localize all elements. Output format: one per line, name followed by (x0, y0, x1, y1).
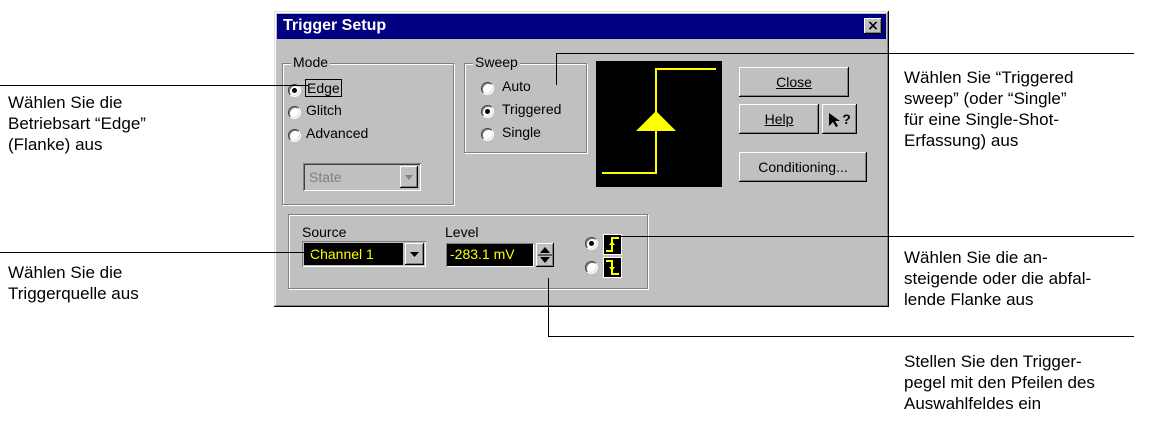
state-select-value: State (309, 169, 342, 185)
mode-glitch-label[interactable]: Glitch (306, 102, 342, 118)
mode-advanced-label[interactable]: Advanced (306, 125, 368, 141)
sweep-auto-label[interactable]: Auto (502, 78, 531, 94)
callout-sweep: Wählen Sie “Triggered sweep” (oder “Sing… (904, 68, 1074, 150)
whats-this-glyph: ? (842, 111, 851, 127)
rising-edge-icon (606, 237, 619, 252)
source-dropdown-button[interactable] (405, 243, 424, 265)
whats-this-button[interactable]: ? (822, 104, 857, 134)
callout-level-leader (548, 336, 1134, 337)
callout-mode-leader (0, 85, 308, 86)
source-select[interactable]: Channel 1 (302, 241, 426, 267)
trigger-setup-dialog: Trigger Setup × Mode Edge Glitch Advance… (274, 11, 889, 307)
sweep-triggered-label[interactable]: Triggered (502, 101, 561, 117)
callout-sweep-leader (556, 53, 1134, 54)
falling-edge-icon (606, 260, 619, 275)
rising-edge-button[interactable] (603, 234, 622, 255)
mode-edge-label[interactable]: Edge (305, 79, 342, 97)
callout-sweep-leader-vertical (556, 53, 557, 85)
level-label: Level (445, 224, 479, 240)
dialog-title: Trigger Setup (283, 17, 387, 34)
level-input-value: -283.1 mV (450, 246, 515, 262)
mode-glitch-radio[interactable] (288, 106, 301, 119)
callout-slope-leader (620, 236, 1134, 237)
help-button-label: Help (764, 111, 794, 127)
close-window-button[interactable]: × (864, 18, 882, 34)
falling-edge-button[interactable] (603, 257, 622, 278)
callout-source: Wählen Sie die Triggerquelle aus (8, 263, 139, 303)
spinner-arrows-icon (538, 247, 552, 263)
sweep-group: Sweep Auto Triggered Single (464, 54, 587, 153)
level-spinner[interactable] (536, 243, 554, 267)
callout-level: Stellen Sie den Trigger- pegel mit den P… (904, 352, 1095, 413)
chevron-down-icon (405, 175, 413, 180)
state-dropdown-button[interactable] (400, 166, 418, 188)
state-select[interactable]: State (303, 163, 421, 191)
slope-falling-radio[interactable] (585, 261, 598, 274)
sweep-auto-radio[interactable] (481, 82, 494, 95)
rising-edge-waveform-icon (602, 68, 716, 174)
conditioning-button-label: Conditioning... (758, 159, 848, 175)
close-button[interactable]: Close (739, 67, 849, 97)
mode-group-label: Mode (291, 54, 331, 70)
callout-source-leader (0, 252, 318, 253)
callout-slope: Wählen Sie die an- steigende oder die ab… (904, 248, 1092, 309)
slope-rising-radio[interactable] (585, 237, 598, 250)
sweep-single-label[interactable]: Single (502, 124, 541, 140)
sweep-group-label: Sweep (473, 54, 520, 70)
callout-mode: Wählen Sie die Betriebsart “Edge” (Flank… (8, 93, 146, 154)
sweep-single-radio[interactable] (481, 128, 494, 141)
trigger-edge-display (596, 61, 722, 187)
close-button-label: Close (776, 74, 812, 90)
source-select-field: Channel 1 (304, 243, 403, 265)
mode-advanced-radio[interactable] (288, 129, 301, 142)
title-bar: Trigger Setup × (277, 14, 886, 39)
close-icon: × (867, 18, 879, 34)
source-level-group: Source Channel 1 Level -283.1 mV (288, 214, 648, 289)
callout-level-leader-vertical (548, 278, 549, 336)
help-button[interactable]: Help (739, 104, 819, 134)
chevron-down-icon (410, 252, 419, 257)
cursor-arrow-icon (829, 113, 841, 128)
source-select-value: Channel 1 (310, 246, 374, 262)
conditioning-button[interactable]: Conditioning... (739, 152, 867, 182)
level-input[interactable]: -283.1 mV (446, 243, 534, 267)
sweep-triggered-radio[interactable] (481, 105, 494, 118)
source-label: Source (302, 224, 347, 240)
